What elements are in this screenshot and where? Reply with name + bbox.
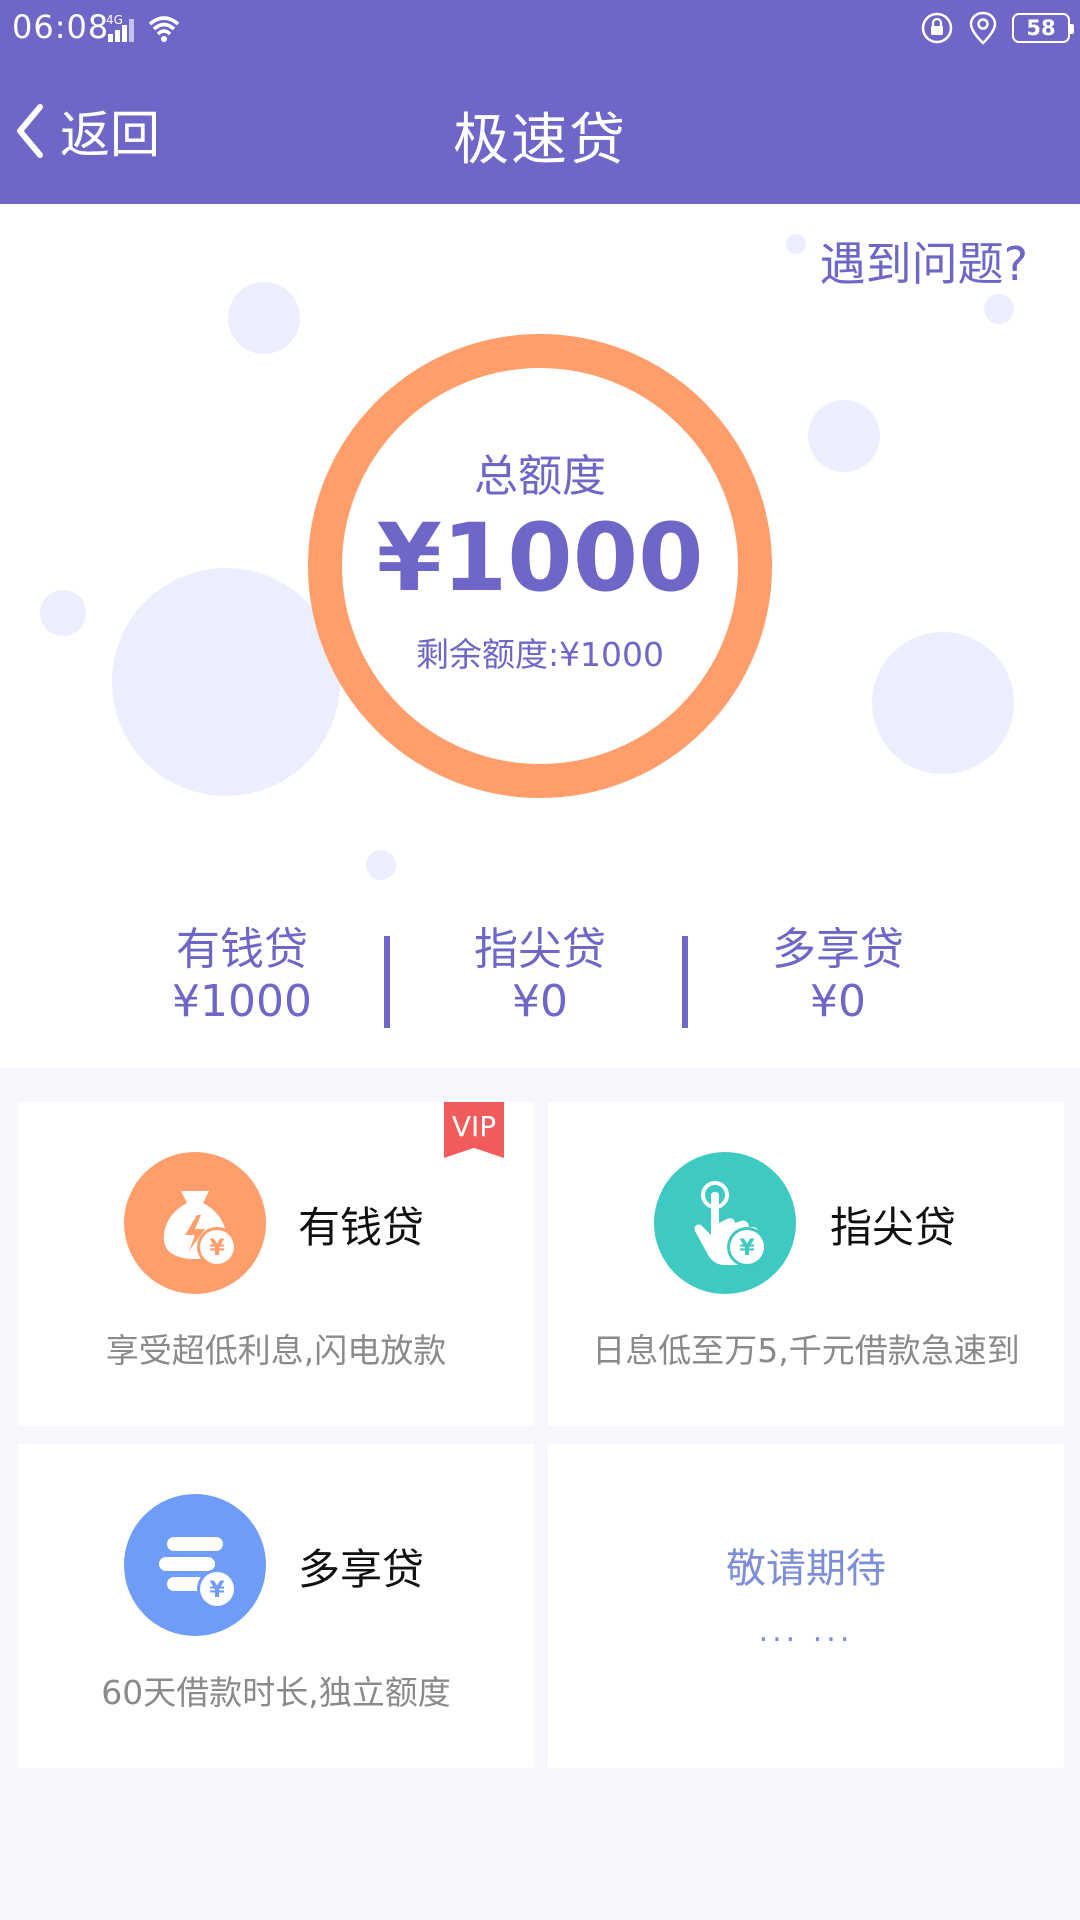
loan-page: 06:08 4G 58 返回 极速贷 遇到问题? 总额度 ¥1000 剩余额度:… (0, 0, 1080, 1920)
vip-badge: VIP (444, 1102, 504, 1158)
coin-stack-icon: ¥ (124, 1494, 266, 1636)
page-title: 极速贷 (453, 108, 627, 173)
card-description: 日息低至万5,千元借款急速到 (592, 1331, 1020, 1370)
coming-soon-title: 敬请期待 (726, 1546, 886, 1592)
coming-soon-card: 敬请期待 ... ... (548, 1444, 1064, 1768)
decor-bubble (786, 234, 806, 254)
breakdown-item: 有钱贷 ¥1000 (92, 924, 392, 1028)
remaining-credit: 剩余额度:¥1000 (415, 635, 665, 675)
svg-text:¥: ¥ (739, 1236, 755, 1261)
battery-indicator: 58 (1012, 13, 1074, 43)
breakdown-value: ¥0 (512, 976, 568, 1027)
card-description: 60天借款时长,独立额度 (101, 1673, 451, 1712)
top-bar: 06:08 4G 58 返回 极速贷 (0, 0, 1080, 204)
breakdown-name: 有钱贷 (176, 924, 308, 975)
decor-bubble (40, 590, 86, 636)
network-type: 4G (106, 13, 123, 27)
total-credit-ring: 总额度 ¥1000 剩余额度:¥1000 (308, 334, 772, 798)
card-title: 指尖贷 (830, 1203, 957, 1252)
decor-bubble (112, 568, 340, 796)
loan-card-youqiandai[interactable]: VIP ¥ 有钱贷 享受超低利息,闪电放款 (18, 1102, 534, 1426)
breakdown-value: ¥0 (810, 976, 866, 1027)
total-credit-label: 总额度 (474, 450, 606, 502)
decor-bubble (984, 294, 1014, 324)
total-credit-amount: ¥1000 (376, 503, 704, 613)
help-link[interactable]: 遇到问题? (820, 228, 1028, 294)
card-title: 有钱贷 (298, 1203, 425, 1252)
coming-soon-dots: ... ... (758, 1614, 854, 1649)
loan-card-zhijiandai[interactable]: ¥ 指尖贷 日息低至万5,千元借款急速到 (548, 1102, 1064, 1426)
credit-breakdown: 有钱贷 ¥1000 指尖贷 ¥0 多享贷 ¥0 (0, 924, 1080, 1044)
status-bar: 06:08 4G 58 (0, 0, 1080, 58)
card-description: 享受超低利息,闪电放款 (105, 1331, 447, 1370)
breakdown-item: 多享贷 ¥0 (688, 924, 988, 1028)
breakdown-name: 指尖贷 (474, 924, 606, 975)
card-title: 多享贷 (298, 1545, 425, 1594)
loan-card-duoxiangdai[interactable]: ¥ 多享贷 60天借款时长,独立额度 (18, 1444, 534, 1768)
breakdown-name: 多享贷 (772, 924, 904, 975)
decor-bubble (808, 400, 880, 472)
breakdown-item: 指尖贷 ¥0 (390, 924, 690, 1028)
credit-summary: 遇到问题? 总额度 ¥1000 剩余额度:¥1000 有钱贷 ¥1000 指尖贷… (0, 204, 1080, 1068)
signal-wifi-icon: 4G (106, 13, 180, 42)
svg-text:¥: ¥ (209, 1578, 225, 1603)
finger-tap-icon: ¥ (654, 1152, 796, 1294)
decor-bubble (872, 632, 1014, 774)
location-icon (969, 11, 997, 45)
money-bag-icon: ¥ (124, 1152, 266, 1294)
decor-bubble (228, 282, 300, 354)
svg-text:¥: ¥ (209, 1236, 225, 1261)
decor-bubble (366, 850, 396, 880)
lock-rotation-icon (921, 12, 953, 44)
breakdown-value: ¥1000 (172, 976, 312, 1027)
status-right: 58 (920, 8, 1074, 48)
status-time: 06:08 (12, 8, 110, 46)
